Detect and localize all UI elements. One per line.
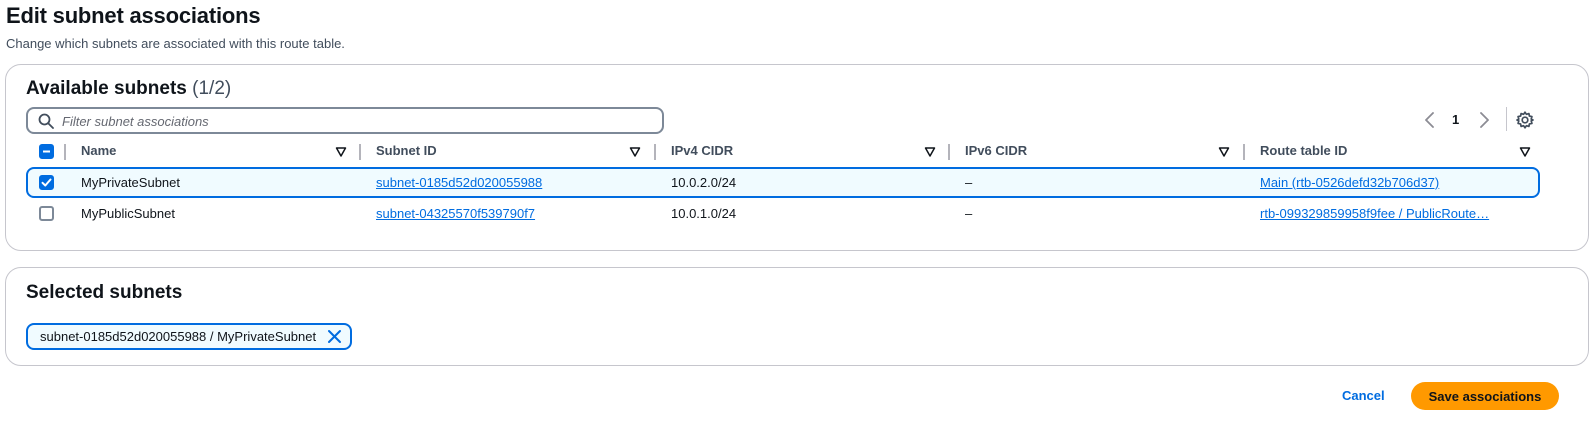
selected-subnets-panel: Selected subnets subnet-0185d52d02005598… xyxy=(5,267,1589,366)
chevron-right-icon[interactable] xyxy=(1477,111,1491,129)
cell-ipv6-cidr: – xyxy=(965,206,973,221)
column-divider xyxy=(948,144,950,160)
sort-down-icon[interactable] xyxy=(335,146,347,158)
filter-subnets-field[interactable] xyxy=(26,107,664,134)
available-subnets-panel: Available subnets (1/2) 1 Name Subnet ID… xyxy=(5,64,1589,251)
column-header-ipv4-cidr[interactable]: IPv4 CIDR xyxy=(671,143,733,165)
available-subnets-title: Available subnets xyxy=(26,78,187,99)
cell-ipv4-cidr: 10.0.1.0/24 xyxy=(671,206,737,221)
pager-divider xyxy=(1506,107,1507,131)
column-header-subnet-id[interactable]: Subnet ID xyxy=(376,143,437,165)
column-header-route-table-id[interactable]: Route table ID xyxy=(1260,143,1347,165)
column-divider xyxy=(64,144,66,160)
cell-name: MyPublicSubnet xyxy=(81,206,175,221)
subnet-id-link[interactable]: subnet-04325570f539790f7 xyxy=(376,206,535,221)
select-all-checkbox[interactable] xyxy=(39,144,54,159)
selected-subnet-token: subnet-0185d52d020055988 / MyPrivateSubn… xyxy=(26,323,353,350)
page-number[interactable]: 1 xyxy=(1452,112,1459,127)
route-table-link[interactable]: rtb-099329859958f9fee / PublicRoute… xyxy=(1260,206,1489,221)
page-title: Edit subnet associations xyxy=(6,3,261,28)
cell-ipv4-cidr: 10.0.2.0/24 xyxy=(671,175,737,190)
close-icon[interactable] xyxy=(327,329,342,344)
gear-icon[interactable] xyxy=(1515,110,1535,130)
row-checkbox[interactable] xyxy=(39,206,54,221)
cell-name: MyPrivateSubnet xyxy=(81,175,180,190)
page-description: Change which subnets are associated with… xyxy=(6,36,345,51)
check-icon xyxy=(41,178,52,187)
column-header-ipv6-cidr[interactable]: IPv6 CIDR xyxy=(965,143,1027,165)
column-divider xyxy=(654,144,656,160)
column-header-name[interactable]: Name xyxy=(81,143,116,165)
cell-ipv6-cidr: – xyxy=(965,175,973,190)
available-subnets-heading: Available subnets (1/2) xyxy=(26,78,231,100)
column-divider xyxy=(359,144,361,160)
sort-down-icon[interactable] xyxy=(1519,146,1531,158)
available-subnets-count: (1/2) xyxy=(192,78,232,99)
selected-subnets-heading: Selected subnets xyxy=(26,282,183,303)
chevron-left-icon[interactable] xyxy=(1423,111,1437,129)
column-divider xyxy=(1243,144,1245,160)
subnet-id-link[interactable]: subnet-0185d52d020055988 xyxy=(376,175,542,190)
row-checkbox[interactable] xyxy=(39,175,54,190)
search-icon xyxy=(38,113,54,129)
token-label: subnet-0185d52d020055988 / MyPrivateSubn… xyxy=(40,329,317,344)
sort-down-icon[interactable] xyxy=(629,146,641,158)
filter-subnets-input[interactable] xyxy=(62,111,652,131)
route-table-link[interactable]: Main (rtb-0526defd32b706d37) xyxy=(1260,175,1439,190)
minus-icon xyxy=(43,150,50,153)
save-associations-button[interactable]: Save associations xyxy=(1411,382,1559,410)
sort-down-icon[interactable] xyxy=(924,146,936,158)
cancel-button[interactable]: Cancel xyxy=(1342,388,1385,403)
sort-down-icon[interactable] xyxy=(1218,146,1230,158)
